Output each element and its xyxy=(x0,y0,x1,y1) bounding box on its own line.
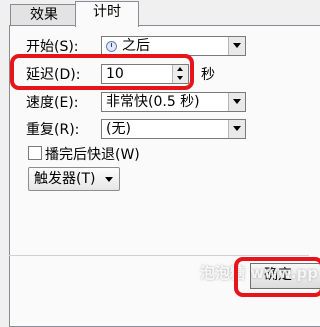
chevron-down-icon[interactable] xyxy=(228,37,245,55)
delay-highlight xyxy=(10,54,194,90)
trigger-label: 触发器(T) xyxy=(34,171,96,187)
speed-select[interactable]: 非常快(0.5 秒) xyxy=(101,92,246,112)
speed-label: 速度(E): xyxy=(26,95,79,111)
chevron-down-icon xyxy=(105,177,113,182)
repeat-label: 重复(R): xyxy=(26,122,80,138)
clock-icon xyxy=(106,41,117,52)
delay-unit: 秒 xyxy=(201,67,215,83)
start-select-value: 之后 xyxy=(122,38,150,54)
rewind-checkbox[interactable] xyxy=(28,146,42,160)
rewind-label: 播完后快退(W) xyxy=(45,147,140,163)
tab-timing[interactable]: 计时 xyxy=(75,1,139,27)
ok-highlight xyxy=(234,257,320,297)
repeat-select[interactable]: (无) xyxy=(101,119,246,139)
repeat-select-value: (无) xyxy=(106,121,131,137)
chevron-down-icon[interactable] xyxy=(228,120,245,138)
speed-select-value: 非常快(0.5 秒) xyxy=(106,94,200,110)
divider xyxy=(9,255,309,256)
tab-effect[interactable]: 效果 xyxy=(10,4,78,25)
chevron-down-icon[interactable] xyxy=(228,93,245,111)
start-label: 开始(S): xyxy=(26,39,79,55)
trigger-button[interactable]: 触发器(T) xyxy=(28,167,120,191)
start-select[interactable]: 之后 xyxy=(101,36,246,56)
